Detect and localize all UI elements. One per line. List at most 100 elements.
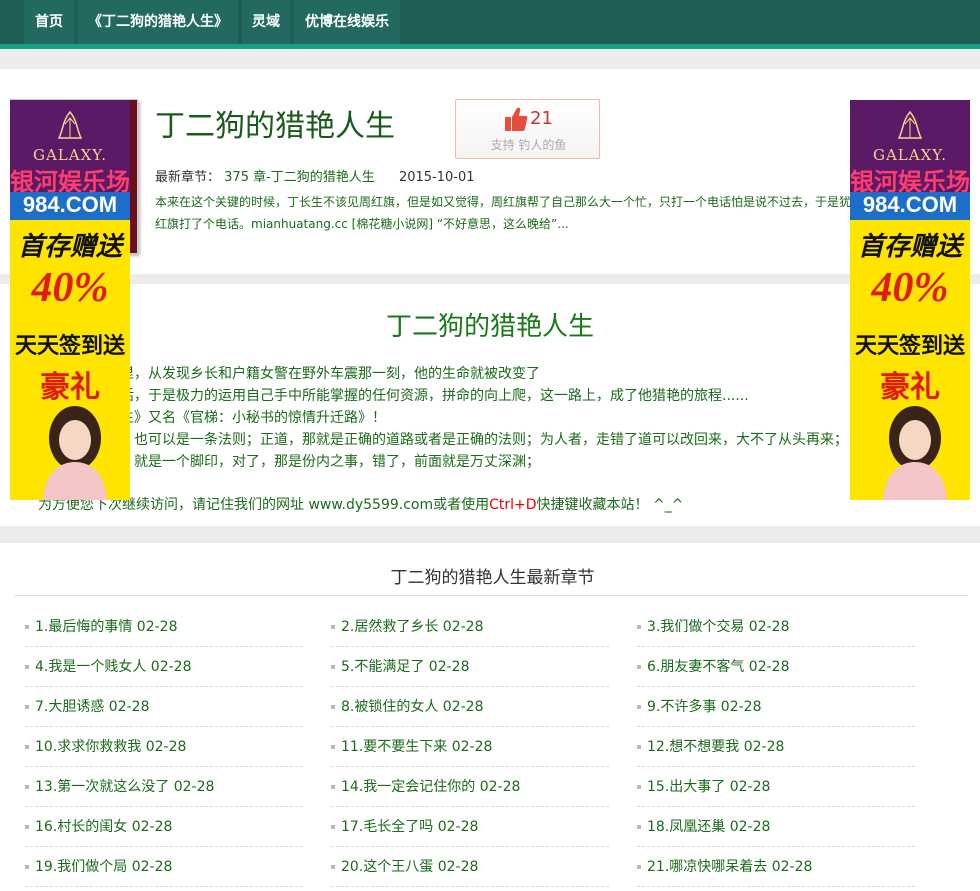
bullet-icon <box>25 625 29 629</box>
bullet-icon <box>25 825 29 829</box>
bullet-icon <box>637 865 641 869</box>
chapter-title: 9.不许多事 02-28 <box>647 699 762 715</box>
chapter-title: 15.出大事了 02-28 <box>647 779 771 795</box>
chapter-link[interactable]: 6.朋友妻不客气 02-28 <box>637 647 915 687</box>
chapter-title: 1.最后悔的事情 02-28 <box>35 619 178 635</box>
tip-text-end: 快捷键收藏本站！ ^_^ <box>536 497 684 513</box>
chapter-title: 7.大胆诱惑 02-28 <box>35 699 150 715</box>
bullet-icon <box>331 785 335 789</box>
nav-accent-line <box>0 44 980 49</box>
chapter-link[interactable]: 16.村长的闺女 02-28 <box>25 807 303 847</box>
chapter-link[interactable]: 18.凤凰还巢 02-28 <box>637 807 915 847</box>
bullet-icon <box>331 825 335 829</box>
chapter-link[interactable]: 13.第一次就这么没了 02-28 <box>25 767 303 807</box>
vote-count: 21 <box>530 108 553 129</box>
nav-home[interactable]: 首页 <box>24 0 74 44</box>
chapter-link[interactable]: 21.哪凉快哪呆着去 02-28 <box>637 847 915 887</box>
intro-line: 生》又名《官梯：小秘书的惊情升迁路》！ <box>120 410 386 426</box>
ad-line1: 首存赠送 <box>857 232 962 262</box>
latest-date: 2015-10-01 <box>398 170 475 185</box>
ad-name: 银河娱乐场 <box>10 168 130 196</box>
model-photo <box>883 406 947 500</box>
bullet-icon <box>25 665 29 669</box>
latest-chapter-row: 最新章节： 375 章-丁二狗的猎艳人生 2015-10-01 <box>155 166 475 185</box>
ad-line1: 首存赠送 <box>17 232 122 262</box>
chapter-title: 4.我是一个贱女人 02-28 <box>35 659 192 675</box>
divider <box>14 595 968 596</box>
intro-line: ，就是一个脚印，对了，那是份内之事，错了，前面就是万丈深渊； <box>120 454 540 470</box>
chapter-title: 2.居然救了乡长 02-28 <box>341 619 484 635</box>
bullet-icon <box>331 625 335 629</box>
chapter-link[interactable]: 10.求求你救救我 02-28 <box>25 727 303 767</box>
bullet-icon <box>331 745 335 749</box>
chapter-link[interactable]: 11.要不要生下来 02-28 <box>331 727 609 767</box>
nav-youbo[interactable]: 优博在线娱乐 <box>294 0 400 44</box>
ad-percent: 40% <box>871 265 949 311</box>
bullet-icon <box>637 665 641 669</box>
chapter-link[interactable]: 3.我们做个交易 02-28 <box>637 607 915 647</box>
chapter-title: 11.要不要生下来 02-28 <box>341 739 493 755</box>
bullet-icon <box>637 745 641 749</box>
bullet-icon <box>25 785 29 789</box>
chapter-title: 19.我们做个局 02-28 <box>35 859 173 875</box>
bullet-icon <box>25 705 29 709</box>
bullet-icon <box>637 625 641 629</box>
chapter-title: 3.我们做个交易 02-28 <box>647 619 790 635</box>
latest-chapter-link[interactable]: 375 章-丁二狗的猎艳人生 <box>224 170 375 185</box>
chapter-title: 5.不能满足了 02-28 <box>341 659 470 675</box>
bullet-icon <box>637 785 641 789</box>
right-ad-banner[interactable]: GALAXY. 银河娱乐场 984.COM 首存赠送 40% 天天签到送 豪礼 <box>850 100 970 500</box>
chapter-title: 13.第一次就这么没了 02-28 <box>35 779 215 795</box>
bullet-icon <box>25 745 29 749</box>
tip-shortcut: Ctrl+D <box>489 497 537 513</box>
chapter-link[interactable]: 19.我们做个局 02-28 <box>25 847 303 887</box>
chapter-list-title: 丁二狗的猎艳人生最新章节 <box>390 568 595 588</box>
chapter-link[interactable]: 5.不能满足了 02-28 <box>331 647 609 687</box>
chapter-title: 21.哪凉快哪呆着去 02-28 <box>647 859 813 875</box>
chapter-link[interactable]: 9.不许多事 02-28 <box>637 687 915 727</box>
chapter-title: 12.想不想要我 02-28 <box>647 739 785 755</box>
latest-label: 最新章节： <box>155 170 221 185</box>
chapter-link[interactable]: 2.居然救了乡长 02-28 <box>331 607 609 647</box>
left-ad-banner[interactable]: GALAXY. 银河娱乐场 984.COM 首存赠送 40% 天天签到送 豪礼 <box>10 100 130 500</box>
chapter-link[interactable]: 8.被锁住的女人 02-28 <box>331 687 609 727</box>
chapter-link[interactable]: 20.这个王八蛋 02-28 <box>331 847 609 887</box>
chapter-title: 18.凤凰还巢 02-28 <box>647 819 771 835</box>
intro-line: 里，从发现乡长和户籍女警在野外车震那一刻，他的生命就被改变了 <box>120 366 540 382</box>
chapter-title: 20.这个王八蛋 02-28 <box>341 859 479 875</box>
bullet-icon <box>637 825 641 829</box>
bullet-icon <box>331 705 335 709</box>
top-navbar: 首页 《丁二狗的猎艳人生》 灵域 优博在线娱乐 <box>0 0 980 49</box>
vote-label: 支持 钓人的鱼 <box>490 138 567 152</box>
chapter-link[interactable]: 17.毛长全了吗 02-28 <box>331 807 609 847</box>
intro-panel: 丁二狗的猎艳人生 里，从发现乡长和户籍女警在野外车震那一刻，他的生命就被改变了 … <box>0 284 980 526</box>
chapter-title: 14.我一定会记住你的 02-28 <box>341 779 521 795</box>
bullet-icon <box>331 665 335 669</box>
chapter-title: 10.求求你救救我 02-28 <box>35 739 187 755</box>
ad-name: 银河娱乐场 <box>850 168 970 196</box>
chapter-title: 6.朋友妻不客气 02-28 <box>647 659 790 675</box>
chapter-title: 17.毛长全了吗 02-28 <box>341 819 479 835</box>
ad-header: GALAXY. 银河娱乐场 984.COM <box>850 100 970 220</box>
chapter-link[interactable]: 15.出大事了 02-28 <box>637 767 915 807</box>
chapter-link[interactable]: 4.我是一个贱女人 02-28 <box>25 647 303 687</box>
chapter-link[interactable]: 7.大胆诱惑 02-28 <box>25 687 303 727</box>
thumbs-up-icon <box>505 107 528 131</box>
ad-domain: 984.COM <box>10 192 130 220</box>
ad-line2: 天天签到送 <box>854 334 965 359</box>
chapter-link[interactable]: 14.我一定会记住你的 02-28 <box>331 767 609 807</box>
vote-button[interactable]: 21 支持 钓人的鱼 <box>455 99 600 159</box>
intro-line: 活，于是极力的运用自己手中所能掌握的任何资源，拼命的向上爬，这一路上，成了他猎艳… <box>120 388 749 404</box>
chapter-link[interactable]: 12.想不想要我 02-28 <box>637 727 915 767</box>
chapter-link[interactable]: 1.最后悔的事情 02-28 <box>25 607 303 647</box>
bookmark-tip: 为方便您下次继续访问，请记住我们的网址 www.dy5599.com或者使用Ct… <box>38 494 683 514</box>
intro-line: ，也可以是一条法则；正道，那就是正确的道路或者是正确的法则；为人者，走错了道可以… <box>120 432 848 448</box>
ad-header: GALAXY. 银河娱乐场 984.COM <box>10 100 130 220</box>
chapter-title: 8.被锁住的女人 02-28 <box>341 699 484 715</box>
nav-book[interactable]: 《丁二狗的猎艳人生》 <box>78 0 238 44</box>
nav-lingyu[interactable]: 灵域 <box>242 0 290 44</box>
intro-text: 里，从发现乡长和户籍女警在野外车震那一刻，他的生命就被改变了 活，于是极力的运用… <box>38 363 848 473</box>
book-title: 丁二狗的猎艳人生 <box>155 109 395 144</box>
bullet-icon <box>25 865 29 869</box>
crown-icon <box>57 110 83 139</box>
